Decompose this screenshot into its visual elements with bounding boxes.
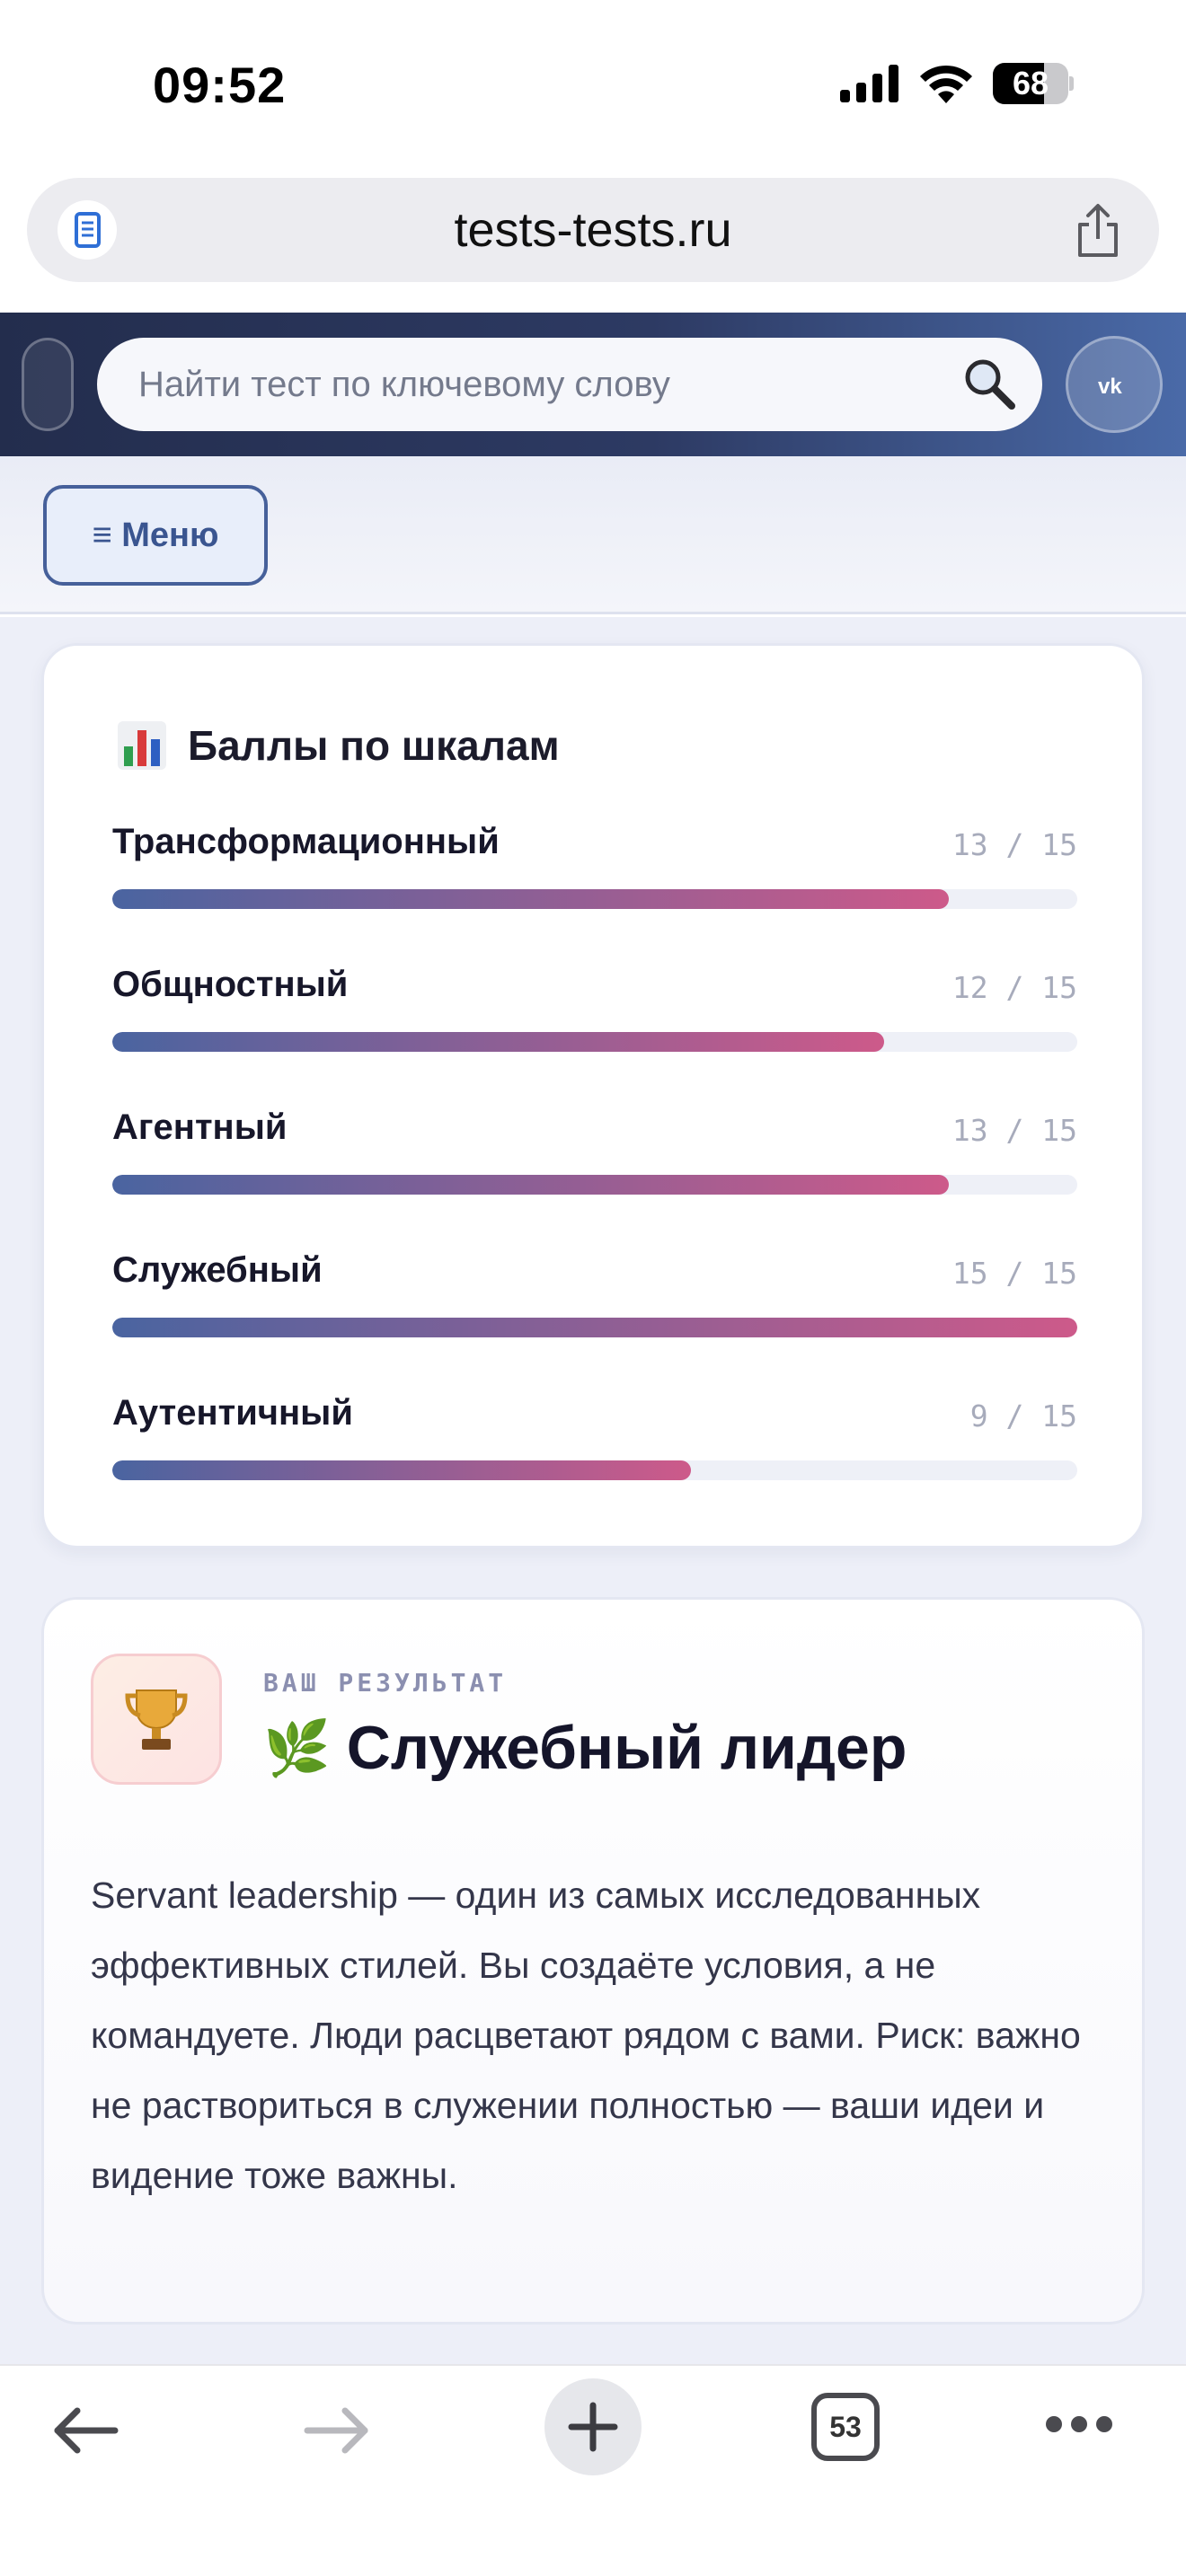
scale-score: 9 / 15 — [969, 1398, 1077, 1434]
url-text[interactable]: tests-tests.ru — [27, 178, 1159, 282]
new-tab-button[interactable] — [544, 2378, 642, 2475]
scale-score: 13 / 15 — [951, 1113, 1077, 1148]
scale-score: 12 / 15 — [951, 970, 1077, 1005]
scale-track — [112, 889, 1077, 909]
tabs-button[interactable]: 53 — [811, 2393, 880, 2461]
scale-name: Аутентичный — [112, 1393, 353, 1433]
result-description: Servant leadership — один из самых иссле… — [91, 1875, 1081, 2196]
bar-chart-icon — [118, 721, 166, 770]
more-dot-icon — [1096, 2416, 1112, 2432]
search-placeholder: Найти тест по ключевому слову — [138, 365, 670, 404]
scale-name: Общностный — [112, 965, 349, 1004]
address-bar[interactable]: tests-tests.ru — [27, 178, 1159, 282]
share-button[interactable] — [1073, 203, 1123, 263]
scale-name: Служебный — [112, 1250, 323, 1290]
battery-indicator: 68 — [993, 63, 1074, 104]
page-menu-button[interactable] — [58, 200, 117, 260]
wifi-icon — [920, 65, 972, 103]
result-title-text: Служебный лидер — [346, 1714, 907, 1782]
site-header: Найти тест по ключевому слову vk — [0, 313, 1186, 456]
scale-fill — [112, 1032, 885, 1052]
scale-row: Общностный 12 / 15 — [112, 965, 1077, 1063]
scale-name: Агентный — [112, 1107, 288, 1147]
result-title: 🌿 Служебный лидер — [263, 1713, 907, 1783]
vk-icon: vk — [1098, 375, 1122, 399]
browser-toolbar: 53 — [0, 2364, 1186, 2576]
more-button[interactable] — [1046, 2416, 1112, 2432]
result-kicker: ВАШ РЕЗУЛЬТАТ — [263, 1668, 508, 1698]
herb-icon: 🌿 — [263, 1717, 331, 1778]
search-icon[interactable] — [960, 354, 1019, 413]
signal-icon — [840, 65, 898, 102]
scores-title-text: Баллы по шкалам — [188, 722, 560, 769]
plus-icon — [568, 2402, 618, 2452]
scale-row: Трансформационный 13 / 15 — [112, 822, 1077, 921]
trophy-badge — [91, 1654, 222, 1785]
scale-track — [112, 1460, 1077, 1480]
scores-card: Баллы по шкалам Трансформационный 13 / 1… — [41, 643, 1145, 1548]
svg-text:vk: vk — [1098, 375, 1122, 399]
scale-score: 15 / 15 — [951, 1256, 1077, 1291]
more-dot-icon — [1046, 2416, 1062, 2432]
scale-row: Служебный 15 / 15 — [112, 1250, 1077, 1349]
scores-title: Баллы по шкалам — [116, 719, 560, 772]
result-card: ВАШ РЕЗУЛЬТАТ 🌿 Служебный лидер Servant … — [41, 1597, 1145, 2325]
scale-row: Агентный 13 / 15 — [112, 1107, 1077, 1206]
vk-button[interactable]: vk — [1066, 336, 1163, 433]
scale-fill — [112, 1175, 949, 1195]
search-input[interactable]: Найти тест по ключевому слову — [97, 338, 1042, 431]
battery-level: 68 — [1012, 65, 1049, 101]
share-icon — [1078, 204, 1118, 257]
trophy-icon — [125, 1689, 188, 1750]
scale-fill — [112, 889, 949, 909]
scale-track — [112, 1318, 1077, 1337]
forward-icon[interactable] — [304, 2405, 372, 2456]
status-icons: 68 — [840, 63, 1074, 104]
scale-row: Аутентичный 9 / 15 — [112, 1393, 1077, 1492]
menu-button[interactable]: ≡ Меню — [43, 485, 268, 586]
scale-fill — [112, 1318, 1077, 1337]
scale-track — [112, 1175, 1077, 1195]
menu-band: ≡ Меню — [0, 456, 1186, 614]
scale-track — [112, 1032, 1077, 1052]
page-icon — [75, 212, 101, 248]
status-bar: 09:52 68 — [0, 0, 1186, 171]
scale-name: Трансформационный — [112, 822, 500, 861]
more-dot-icon — [1071, 2416, 1087, 2432]
header-side-button[interactable] — [22, 338, 74, 431]
scale-score: 13 / 15 — [951, 827, 1077, 862]
back-icon[interactable] — [50, 2405, 119, 2456]
status-time: 09:52 — [153, 57, 287, 113]
scale-fill — [112, 1460, 692, 1480]
